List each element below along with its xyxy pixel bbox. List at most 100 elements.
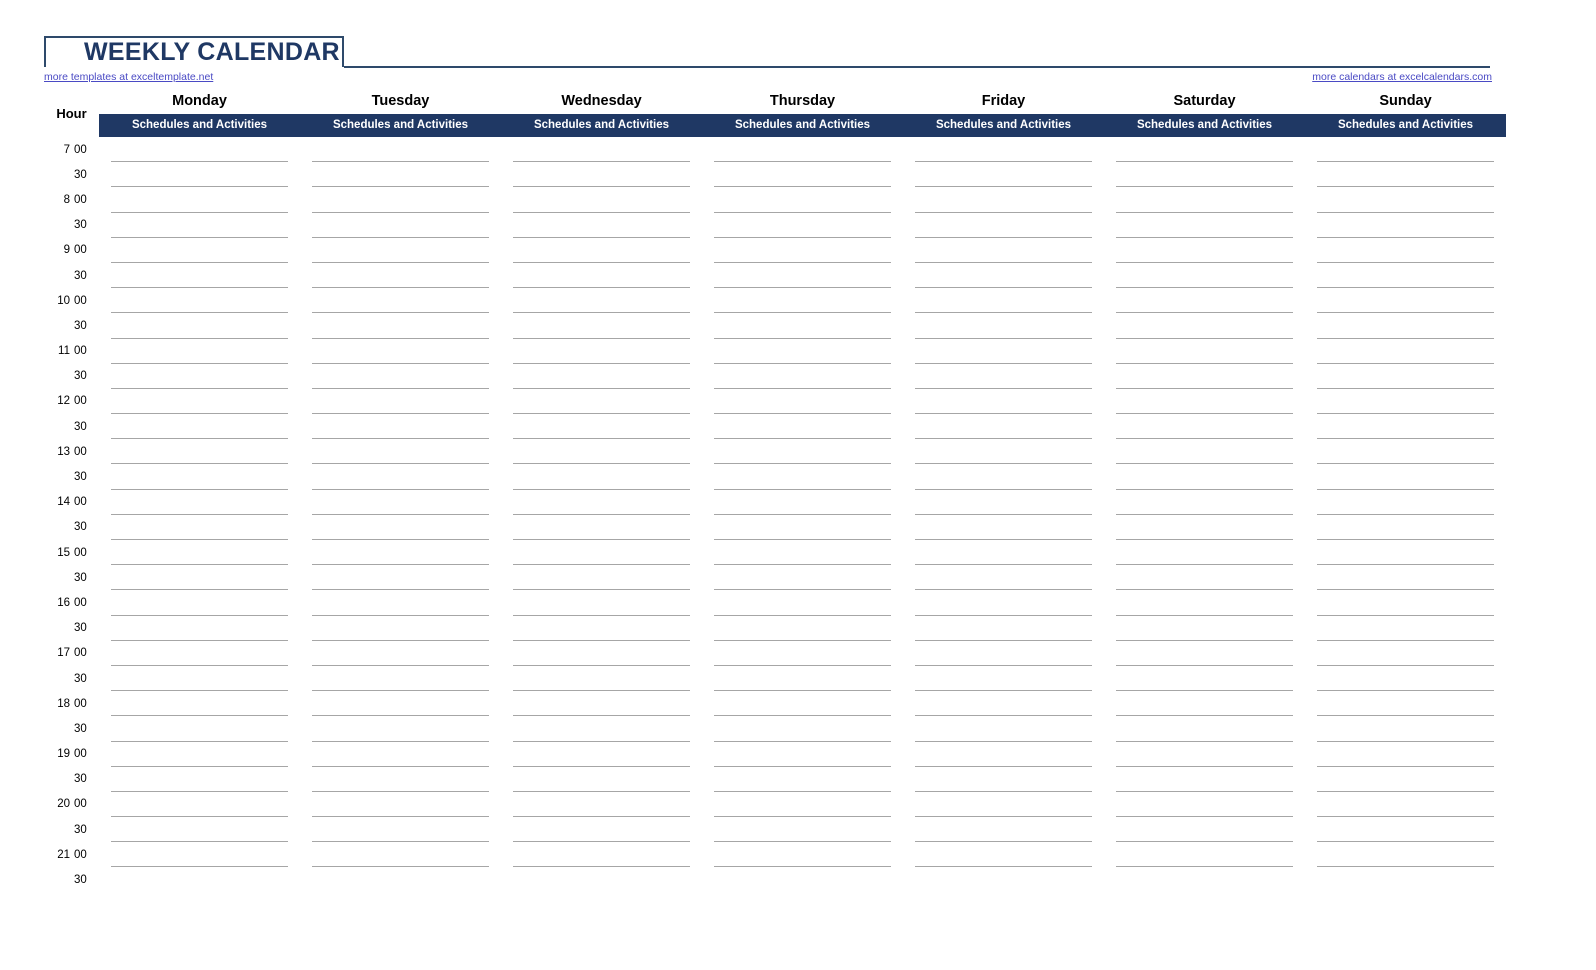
schedule-slot-cell[interactable] [1305,514,1506,541]
schedule-slot-cell[interactable] [903,414,1104,440]
schedule-slot-cell[interactable] [501,212,702,238]
schedule-slot-cell[interactable] [300,187,501,213]
schedule-slot-cell[interactable] [501,262,702,289]
schedule-slot-cell[interactable] [1104,640,1305,667]
schedule-slot-cell[interactable] [1305,867,1506,893]
schedule-slot-cell[interactable] [1305,363,1506,390]
schedule-slot-cell[interactable] [99,363,300,390]
schedule-slot-cell[interactable] [1104,741,1305,767]
schedule-slot-cell[interactable] [903,187,1104,213]
schedule-slot-cell[interactable] [300,439,501,465]
schedule-slot-cell[interactable] [501,615,702,641]
schedule-slot-cell[interactable] [501,640,702,667]
schedule-slot-cell[interactable] [99,817,300,843]
exceltemplate-link[interactable]: more templates at exceltemplate.net [44,71,213,84]
schedule-slot-cell[interactable] [1104,514,1305,541]
schedule-slot-cell[interactable] [702,262,903,289]
schedule-slot-cell[interactable] [903,262,1104,289]
schedule-slot-cell[interactable] [300,514,501,541]
schedule-slot-cell[interactable] [501,766,702,793]
schedule-slot-cell[interactable] [300,691,501,717]
schedule-slot-cell[interactable] [99,313,300,339]
schedule-slot-cell[interactable] [1104,137,1305,163]
schedule-slot-cell[interactable] [300,817,501,843]
schedule-slot-cell[interactable] [300,262,501,289]
schedule-slot-cell[interactable] [300,565,501,591]
schedule-slot-cell[interactable] [702,716,903,742]
schedule-slot-cell[interactable] [1305,187,1506,213]
schedule-slot-cell[interactable] [1104,615,1305,641]
schedule-slot-cell[interactable] [903,137,1104,163]
schedule-slot-cell[interactable] [501,137,702,163]
schedule-slot-cell[interactable] [702,212,903,238]
schedule-slot-cell[interactable] [300,640,501,667]
schedule-slot-cell[interactable] [1305,842,1506,868]
schedule-slot-cell[interactable] [501,791,702,818]
schedule-slot-cell[interactable] [99,766,300,793]
schedule-slot-cell[interactable] [702,363,903,390]
schedule-slot-cell[interactable] [1305,464,1506,490]
schedule-slot-cell[interactable] [99,640,300,667]
schedule-slot-cell[interactable] [1305,766,1506,793]
schedule-slot-cell[interactable] [903,212,1104,238]
schedule-slot-cell[interactable] [1104,842,1305,868]
schedule-slot-cell[interactable] [99,590,300,616]
schedule-slot-cell[interactable] [903,237,1104,264]
schedule-slot-cell[interactable] [501,338,702,364]
schedule-slot-cell[interactable] [1104,338,1305,364]
schedule-slot-cell[interactable] [1305,414,1506,440]
schedule-slot-cell[interactable] [903,791,1104,818]
schedule-slot-cell[interactable] [903,363,1104,390]
schedule-slot-cell[interactable] [501,363,702,390]
schedule-slot-cell[interactable] [702,766,903,793]
schedule-slot-cell[interactable] [300,414,501,440]
schedule-slot-cell[interactable] [1104,313,1305,339]
schedule-slot-cell[interactable] [300,464,501,490]
schedule-slot-cell[interactable] [501,313,702,339]
schedule-slot-cell[interactable] [1305,288,1506,314]
schedule-slot-cell[interactable] [903,640,1104,667]
schedule-slot-cell[interactable] [1104,363,1305,390]
schedule-slot-cell[interactable] [702,665,903,692]
schedule-slot-cell[interactable] [903,842,1104,868]
schedule-slot-cell[interactable] [501,464,702,490]
schedule-slot-cell[interactable] [1305,439,1506,465]
schedule-slot-cell[interactable] [903,388,1104,415]
schedule-slot-cell[interactable] [1104,464,1305,490]
schedule-slot-cell[interactable] [1104,665,1305,692]
schedule-slot-cell[interactable] [1305,338,1506,364]
schedule-slot-cell[interactable] [1305,691,1506,717]
schedule-slot-cell[interactable] [501,162,702,188]
schedule-slot-cell[interactable] [300,489,501,516]
schedule-slot-cell[interactable] [903,741,1104,767]
schedule-slot-cell[interactable] [903,766,1104,793]
schedule-slot-cell[interactable] [903,867,1104,893]
schedule-slot-cell[interactable] [702,590,903,616]
schedule-slot-cell[interactable] [99,691,300,717]
schedule-slot-cell[interactable] [1305,817,1506,843]
schedule-slot-cell[interactable] [1305,262,1506,289]
schedule-slot-cell[interactable] [903,716,1104,742]
schedule-slot-cell[interactable] [702,439,903,465]
schedule-slot-cell[interactable] [501,842,702,868]
schedule-slot-cell[interactable] [1305,665,1506,692]
schedule-slot-cell[interactable] [1104,162,1305,188]
schedule-slot-cell[interactable] [99,716,300,742]
schedule-slot-cell[interactable] [501,817,702,843]
schedule-slot-cell[interactable] [300,162,501,188]
schedule-slot-cell[interactable] [99,565,300,591]
excelcalendars-link[interactable]: more calendars at excelcalendars.com [1312,71,1492,84]
schedule-slot-cell[interactable] [702,514,903,541]
schedule-slot-cell[interactable] [501,187,702,213]
schedule-slot-cell[interactable] [903,514,1104,541]
schedule-slot-cell[interactable] [903,665,1104,692]
schedule-slot-cell[interactable] [99,867,300,893]
schedule-slot-cell[interactable] [702,640,903,667]
schedule-slot-cell[interactable] [1104,262,1305,289]
schedule-slot-cell[interactable] [903,439,1104,465]
schedule-slot-cell[interactable] [1305,540,1506,566]
schedule-slot-cell[interactable] [99,791,300,818]
schedule-slot-cell[interactable] [1305,565,1506,591]
schedule-slot-cell[interactable] [501,439,702,465]
schedule-slot-cell[interactable] [300,288,501,314]
